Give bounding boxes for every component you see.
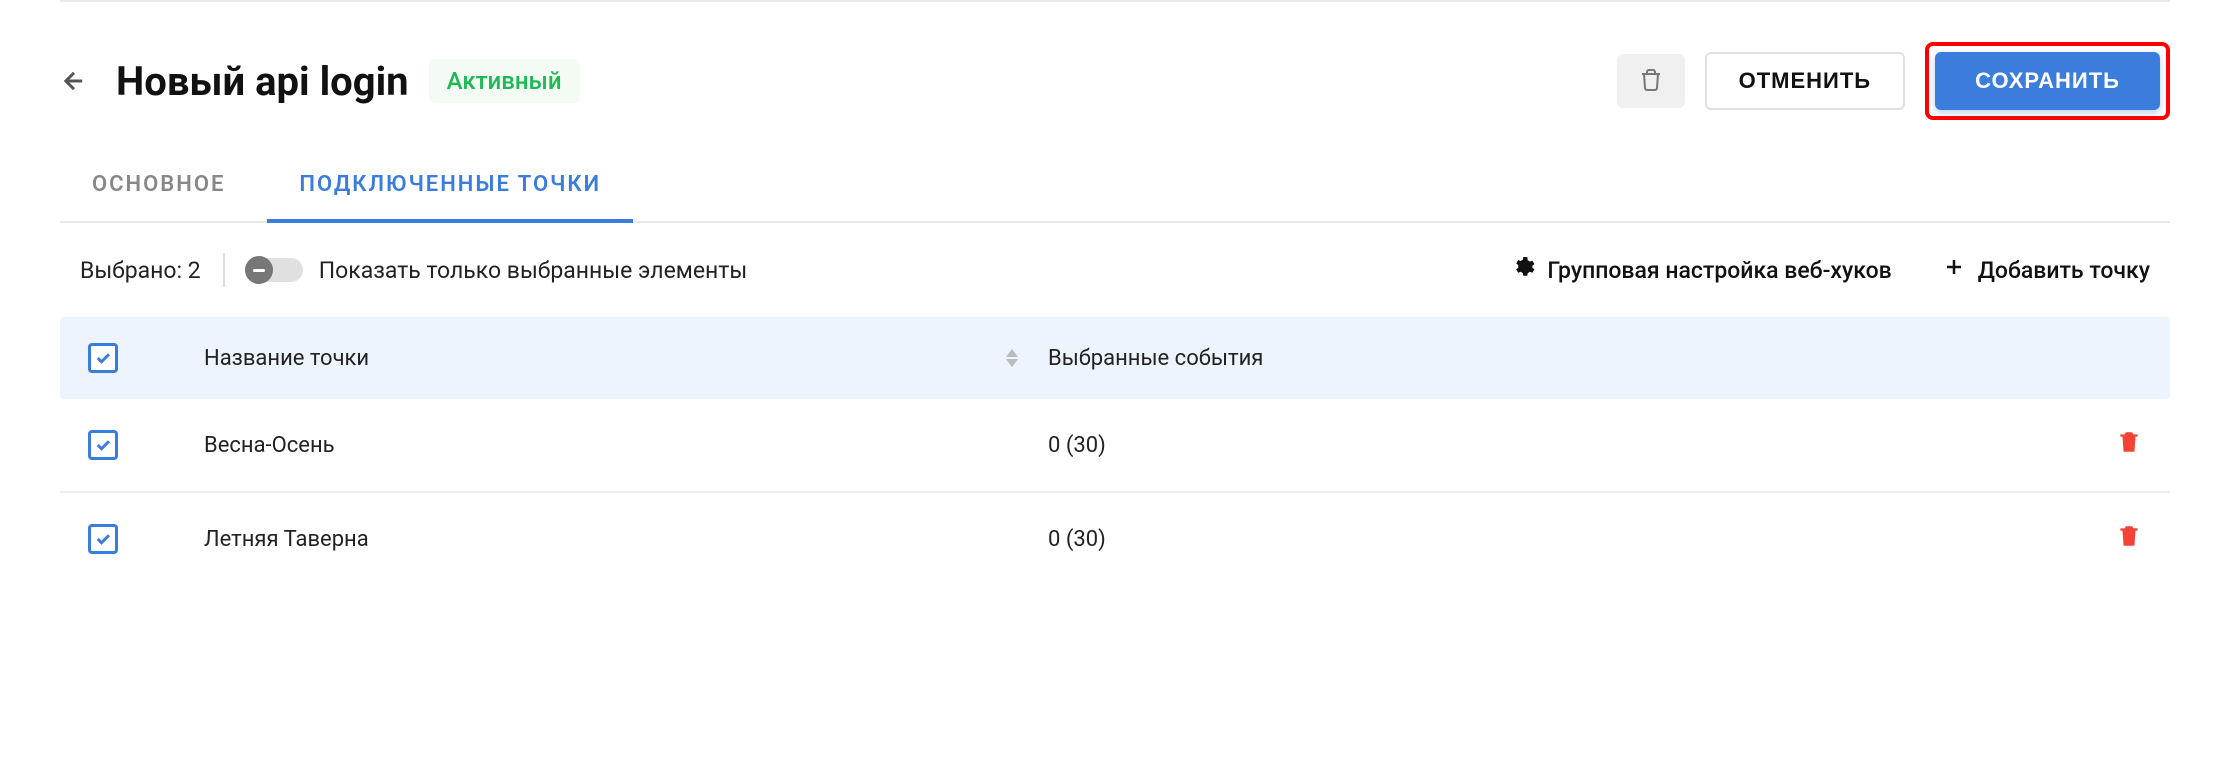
table-header: Название точки Выбранные события xyxy=(60,317,2170,399)
save-button-highlight: СОХРАНИТЬ xyxy=(1925,42,2170,120)
show-selected-toggle[interactable] xyxy=(247,258,303,282)
status-badge: Активный xyxy=(429,59,580,103)
divider xyxy=(223,253,225,287)
trash-icon xyxy=(2116,530,2142,555)
row-checkbox[interactable] xyxy=(88,524,118,554)
table-row: Летняя Таверна 0 (30) xyxy=(60,493,2170,585)
trash-icon xyxy=(1639,68,1663,95)
row-checkbox[interactable] xyxy=(88,430,118,460)
row-delete-button[interactable] xyxy=(2116,429,2142,461)
tab-connected-points[interactable]: ПОДКЛЮЧЕННЫЕ ТОЧКИ xyxy=(267,150,633,223)
group-webhooks-button[interactable]: Групповая настройка веб-хуков xyxy=(1511,255,1891,285)
table-row: Весна-Осень 0 (30) xyxy=(60,399,2170,493)
gear-icon xyxy=(1511,255,1535,285)
add-point-button[interactable]: Добавить точку xyxy=(1942,255,2150,285)
cell-events: 0 (30) xyxy=(1048,433,2116,458)
delete-button[interactable] xyxy=(1617,54,1685,108)
tab-main[interactable]: ОСНОВНОЕ xyxy=(60,150,257,221)
toggle-label: Показать только выбранные элементы xyxy=(319,257,747,284)
select-all-checkbox[interactable] xyxy=(88,343,118,373)
column-header-events: Выбранные события xyxy=(1048,346,2142,371)
cancel-button[interactable]: ОТМЕНИТЬ xyxy=(1705,52,1906,110)
back-arrow-icon[interactable] xyxy=(60,67,88,95)
plus-icon xyxy=(1942,255,1966,285)
selection-count: Выбрано: 2 xyxy=(80,257,201,284)
column-header-name[interactable]: Название точки xyxy=(204,346,369,371)
cell-name: Весна-Осень xyxy=(118,433,1048,458)
sort-icon[interactable] xyxy=(1006,349,1018,367)
group-webhooks-label: Групповая настройка веб-хуков xyxy=(1547,257,1891,284)
cell-name: Летняя Таверна xyxy=(118,527,1048,552)
cell-events: 0 (30) xyxy=(1048,527,2116,552)
add-point-label: Добавить точку xyxy=(1978,257,2150,284)
tabs: ОСНОВНОЕ ПОДКЛЮЧЕННЫЕ ТОЧКИ xyxy=(60,150,2170,223)
page-title: Новый api login xyxy=(116,58,409,105)
trash-icon xyxy=(2116,436,2142,461)
row-delete-button[interactable] xyxy=(2116,523,2142,555)
save-button[interactable]: СОХРАНИТЬ xyxy=(1935,52,2160,110)
